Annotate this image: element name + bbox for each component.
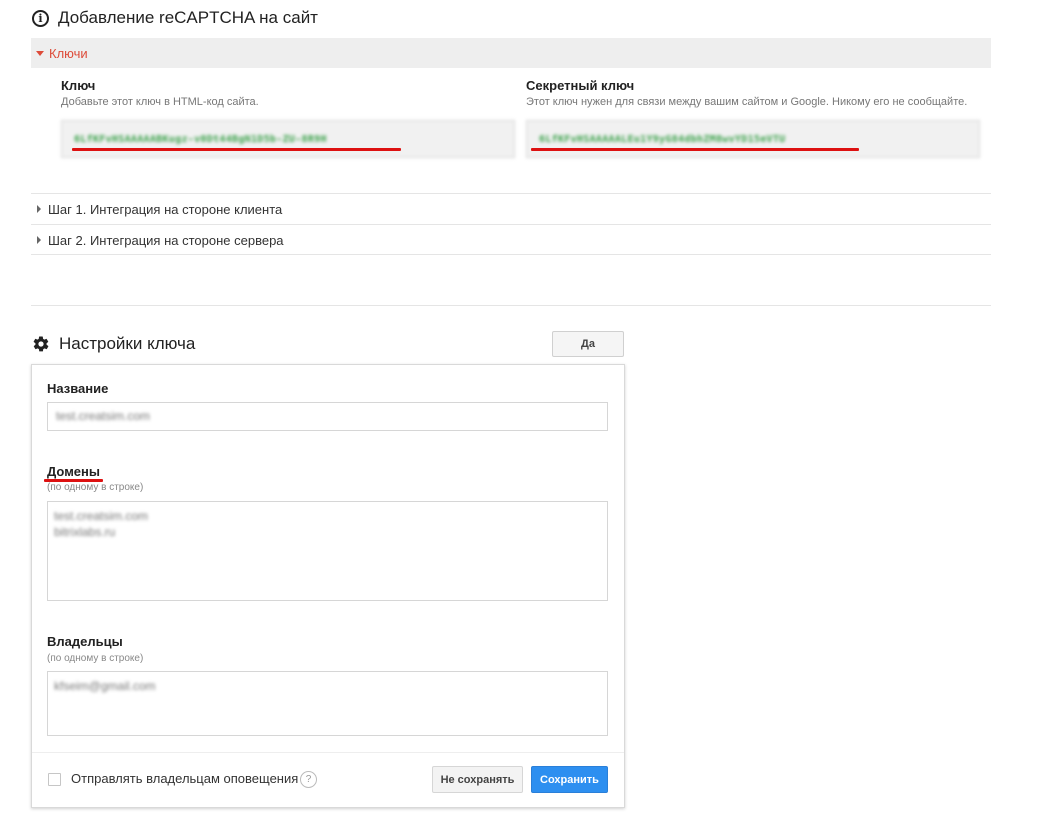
toggle-settings-button[interactable]: Да xyxy=(552,331,624,357)
domain-line: bitrixlabs.ru xyxy=(54,525,116,539)
recaptcha-section-header: i Добавление reCAPTCHA на сайт xyxy=(32,7,318,29)
key-settings-header: Настройки ключа xyxy=(32,333,195,355)
red-underline-annotation xyxy=(531,148,859,151)
name-input[interactable]: test.creatsim.com xyxy=(47,402,608,431)
domains-hint: (по одному в строке) xyxy=(47,482,144,493)
key-settings-panel: Название test.creatsim.com Домены (по од… xyxy=(31,364,625,808)
notify-label[interactable]: Отправлять владельцам оповещения xyxy=(71,771,298,786)
owner-line: kfseim@gmail.com xyxy=(54,679,156,693)
domain-line: test.creatsim.com xyxy=(54,509,149,523)
keys-toggle[interactable]: Ключи xyxy=(31,38,991,68)
info-icon: i xyxy=(32,9,49,27)
secret-key-title: Секретный ключ xyxy=(526,78,635,93)
section-divider xyxy=(31,305,991,306)
step-server-integration[interactable]: Шаг 2. Интеграция на стороне сервера xyxy=(31,225,991,255)
cancel-button[interactable]: Не сохранять xyxy=(432,766,523,793)
step-label: Шаг 2. Интеграция на стороне сервера xyxy=(48,232,284,248)
site-key-description: Добавьте этот ключ в HTML-код сайта. xyxy=(61,96,259,108)
secret-key-field[interactable]: 6LfKFvHSAAAAALEu1Y9yG84dbhZM8wvYD15eVTU xyxy=(526,120,980,158)
help-icon[interactable]: ? xyxy=(300,771,317,788)
domains-textarea[interactable]: test.creatsim.com bitrixlabs.ru xyxy=(47,501,608,601)
section-title: Настройки ключа xyxy=(59,334,196,353)
owners-label: Владельцы xyxy=(47,634,123,649)
owners-hint: (по одному в строке) xyxy=(47,653,144,664)
section-title: Добавление reCAPTCHA на сайт xyxy=(58,8,318,27)
divider xyxy=(31,254,991,255)
site-key-field[interactable]: 6LfKFvHSAAAAABKugz-v0Dt44BgN1D5b-ZU-8R9H xyxy=(61,120,515,158)
save-button[interactable]: Сохранить xyxy=(531,766,608,793)
site-key-title: Ключ xyxy=(61,78,96,93)
domains-label: Домены xyxy=(47,464,100,479)
triangle-down-icon xyxy=(36,50,44,56)
triangle-right-icon xyxy=(37,236,41,244)
footer-divider xyxy=(32,752,624,753)
step-client-integration[interactable]: Шаг 1. Интеграция на стороне клиента xyxy=(31,194,991,224)
step-label: Шаг 1. Интеграция на стороне клиента xyxy=(48,201,283,217)
keys-toggle-label: Ключи xyxy=(49,45,88,61)
name-label: Название xyxy=(47,381,109,396)
triangle-right-icon xyxy=(37,205,41,213)
notify-checkbox[interactable] xyxy=(48,773,61,786)
secret-key-description: Этот ключ нужен для связи между вашим са… xyxy=(526,96,968,108)
red-underline-annotation xyxy=(72,148,401,151)
name-input-value: test.creatsim.com xyxy=(56,409,151,423)
owners-textarea[interactable]: kfseim@gmail.com xyxy=(47,671,608,736)
gear-icon xyxy=(33,336,49,352)
